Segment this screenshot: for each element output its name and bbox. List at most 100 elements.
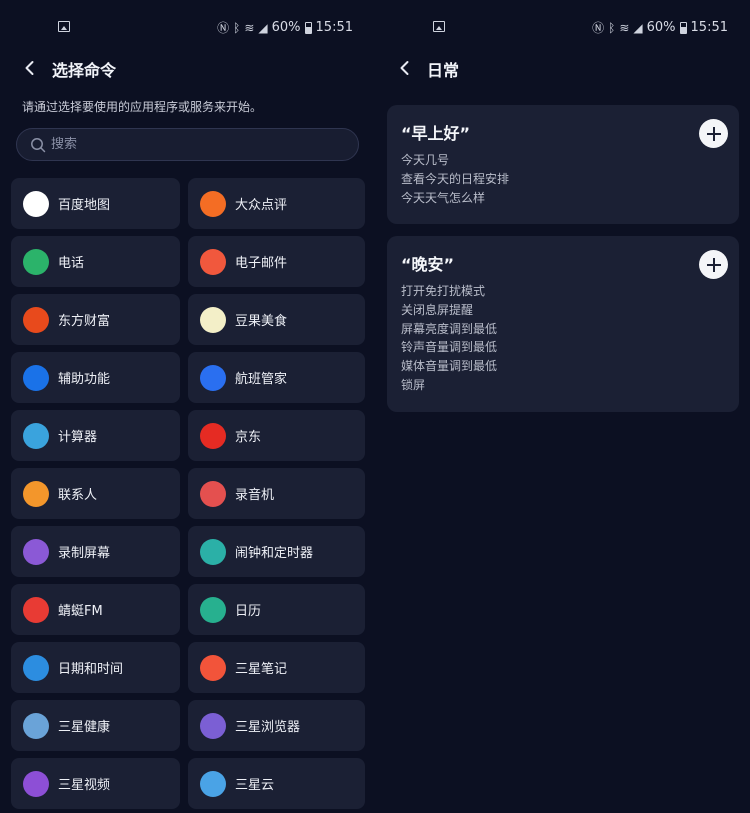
phone-icon — [23, 248, 49, 275]
recorder-icon — [200, 480, 226, 507]
nfc-icon: Ⓝ — [592, 21, 605, 35]
battery-icon — [304, 21, 312, 34]
routine-command: 打开免打扰模式 — [401, 284, 486, 298]
status-bar: Ⓝ ᛒ ≋ ◢ 60% 15:51 — [0, 0, 375, 52]
dianping-icon — [200, 190, 226, 217]
app-label: 豆果美食 — [235, 314, 288, 329]
app-item[interactable]: 豆果美食 — [188, 294, 365, 345]
app-label: 录音机 — [235, 488, 275, 503]
app-item[interactable]: 航班管家 — [188, 352, 365, 403]
app-item[interactable]: 三星笔记 — [188, 642, 365, 693]
routine-card-night: “晚安” 打开免打扰模式 关闭息屏提醒 屏幕亮度调到最低 铃声音量调到最低 媒体… — [387, 236, 739, 412]
app-item[interactable]: 计算器 — [11, 410, 180, 461]
app-item[interactable]: 三星视频 — [11, 758, 180, 809]
search-icon — [31, 138, 46, 153]
app-item[interactable]: 大众点评 — [188, 178, 365, 229]
samsung-cloud-icon — [200, 770, 226, 797]
battery-percent: 60% — [271, 20, 301, 35]
app-item[interactable]: 日历 — [188, 584, 365, 635]
back-arrow-icon[interactable] — [22, 60, 38, 76]
samsung-video-icon — [23, 770, 49, 797]
battery-percent: 60% — [646, 20, 676, 35]
app-label: 蜻蜓FM — [58, 604, 103, 619]
clock-time: 15:51 — [690, 20, 728, 35]
back-arrow-icon[interactable] — [397, 60, 413, 76]
wifi-icon: ≋ — [619, 20, 630, 35]
app-item[interactable]: 蜻蜓FM — [11, 584, 180, 635]
eastmoney-icon — [23, 306, 49, 333]
app-label: 联系人 — [58, 488, 98, 503]
clock-time: 15:51 — [315, 20, 353, 35]
routine-command-list: 今天几号 查看今天的日程安排 今天天气怎么样 — [401, 151, 509, 207]
date-time-icon — [23, 654, 49, 681]
routine-command: 铃声音量调到最低 — [401, 340, 498, 355]
app-item[interactable]: 三星浏览器 — [188, 700, 365, 751]
app-label: 京东 — [235, 430, 262, 445]
page-instruction: 请通过选择要使用的应用程序或服务来开始。 — [22, 100, 263, 114]
app-item[interactable]: 东方财富 — [11, 294, 180, 345]
qingting-fm-icon — [23, 596, 49, 623]
header: 日常 — [375, 56, 750, 82]
accessibility-icon — [23, 364, 49, 391]
app-item[interactable]: 京东 — [188, 410, 365, 461]
header: 选择命令 — [0, 56, 375, 82]
image-notification-icon — [433, 21, 445, 32]
routine-command: 今天天气怎么样 — [401, 190, 486, 205]
samsung-internet-icon — [200, 712, 226, 739]
jd-icon — [200, 422, 226, 449]
app-label: 三星云 — [235, 778, 275, 793]
samsung-health-icon — [23, 712, 49, 739]
add-routine-button[interactable] — [699, 119, 728, 148]
app-label: 百度地图 — [58, 198, 111, 213]
app-label: 三星健康 — [58, 720, 111, 735]
screen-record-icon — [23, 538, 49, 565]
app-label: 电子邮件 — [235, 256, 288, 271]
routine-card-title: “晚安” — [401, 255, 455, 274]
clock-icon — [200, 538, 226, 565]
routine-command: 关闭息屏提醒 — [401, 302, 474, 317]
calculator-icon — [23, 422, 49, 449]
app-label: 电话 — [58, 256, 85, 271]
add-routine-button[interactable] — [699, 250, 728, 279]
app-item[interactable]: 联系人 — [11, 468, 180, 519]
routine-screen: Ⓝ ᛒ ≋ ◢ 60% 15:51 日常 “早上好” 今天几号 查看今天的日程安… — [375, 0, 750, 813]
plus-icon — [706, 257, 721, 272]
app-label: 辅助功能 — [58, 372, 111, 387]
routine-card-morning: “早上好” 今天几号 查看今天的日程安排 今天天气怎么样 — [387, 105, 739, 224]
search-bar[interactable] — [16, 128, 359, 161]
app-item[interactable]: 日期和时间 — [11, 642, 180, 693]
routine-command: 媒体音量调到最低 — [401, 359, 498, 374]
email-icon — [200, 248, 226, 275]
signal-icon: ◢ — [633, 20, 643, 35]
app-item[interactable]: 百度地图 — [11, 178, 180, 229]
page-title: 选择命令 — [52, 61, 117, 80]
routine-card-title: “早上好” — [401, 124, 471, 143]
app-item[interactable]: 三星健康 — [11, 700, 180, 751]
app-label: 录制屏幕 — [58, 546, 111, 561]
app-item[interactable]: 辅助功能 — [11, 352, 180, 403]
page-title: 日常 — [427, 61, 460, 80]
app-label: 三星浏览器 — [235, 720, 301, 735]
image-notification-icon — [58, 21, 70, 32]
app-item[interactable]: 三星云 — [188, 758, 365, 809]
nfc-icon: Ⓝ — [217, 21, 230, 35]
app-label: 大众点评 — [235, 198, 288, 213]
routine-command: 锁屏 — [401, 377, 426, 392]
calendar-icon — [200, 596, 226, 623]
routine-command: 查看今天的日程安排 — [401, 171, 510, 186]
status-bar: Ⓝ ᛒ ≋ ◢ 60% 15:51 — [375, 0, 750, 52]
battery-icon — [679, 21, 687, 34]
samsung-notes-icon — [200, 654, 226, 681]
app-item[interactable]: 电子邮件 — [188, 236, 365, 287]
routine-command: 今天几号 — [401, 153, 450, 167]
app-label: 计算器 — [58, 430, 98, 445]
app-label: 东方财富 — [58, 314, 111, 329]
app-item[interactable]: 录音机 — [188, 468, 365, 519]
select-command-screen: Ⓝ ᛒ ≋ ◢ 60% 15:51 选择命令 请通过选择要使用的应用程序或服务来… — [0, 0, 375, 813]
app-label: 日期和时间 — [58, 662, 124, 677]
app-item[interactable]: 录制屏幕 — [11, 526, 180, 577]
app-list: 百度地图 大众点评电话 电子邮件东方财富 豆果美食辅助功能 航班管家计算器 京东联系人 录音… — [11, 178, 365, 809]
app-item[interactable]: 闹钟和定时器 — [188, 526, 365, 577]
search-input[interactable] — [51, 129, 341, 160]
app-item[interactable]: 电话 — [11, 236, 180, 287]
